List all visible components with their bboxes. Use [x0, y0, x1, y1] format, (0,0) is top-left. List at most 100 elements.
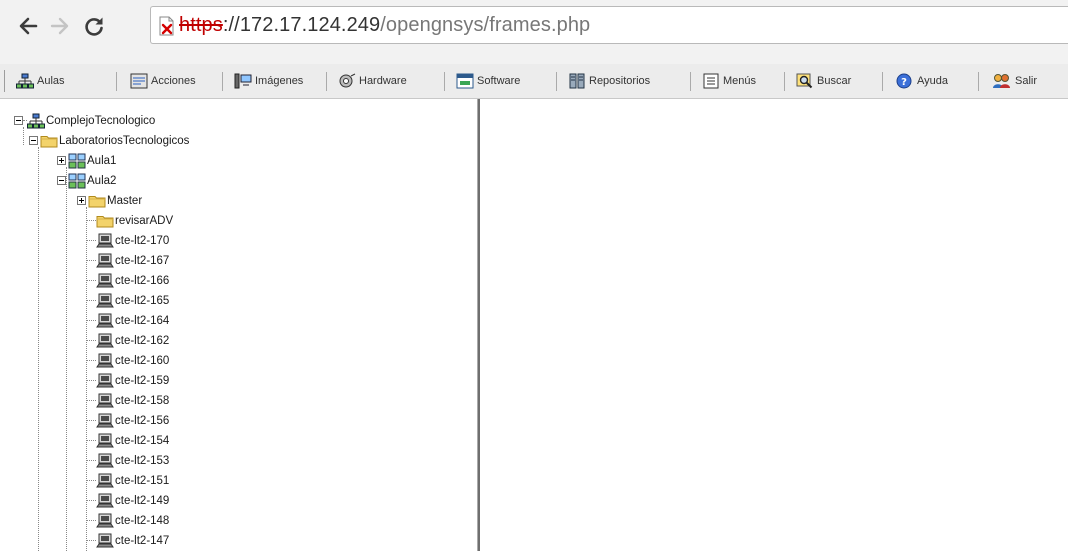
- tree-node-computer[interactable]: cte-lt2-154: [86, 431, 169, 450]
- collapse-toggle-icon[interactable]: [14, 116, 23, 125]
- hardware-icon: [339, 73, 356, 88]
- reload-button[interactable]: [80, 12, 108, 40]
- toolbar-item-repositorios[interactable]: Repositorios: [568, 70, 650, 92]
- tree-frame[interactable]: ComplejoTecnologico LaboratoriosTecnolog…: [0, 99, 477, 551]
- tree-node-computer[interactable]: cte-lt2-165: [86, 291, 169, 310]
- tree-connector: [86, 540, 96, 541]
- tree-node-computer[interactable]: cte-lt2-149: [86, 491, 169, 510]
- tree-label-computer: cte-lt2-154: [115, 434, 170, 447]
- toolbar-item-buscar[interactable]: Buscar: [796, 70, 851, 92]
- tree-node-computer[interactable]: cte-lt2-166: [86, 271, 169, 290]
- tree-node-computer[interactable]: cte-lt2-160: [86, 351, 169, 370]
- tree-node-aula1[interactable]: Aula1: [57, 151, 116, 170]
- url-scheme: https: [179, 14, 223, 36]
- computer-icon: [96, 393, 114, 409]
- back-arrow-icon: [19, 17, 38, 35]
- tree-label-computer: cte-lt2-165: [115, 294, 170, 307]
- tree-label-computer: cte-lt2-170: [115, 234, 170, 247]
- toolbar-label-salir: Salir: [1015, 75, 1038, 87]
- computer-icon: [96, 413, 114, 429]
- tree-node-computer[interactable]: cte-lt2-164: [86, 311, 169, 330]
- toolbar-item-ayuda[interactable]: ? Ayuda: [896, 70, 948, 92]
- url-path: /opengnsys/frames.php: [380, 14, 591, 36]
- tree-node-computer[interactable]: cte-lt2-159: [86, 371, 169, 390]
- computer-icon: [96, 373, 114, 389]
- computer-icon: [96, 233, 114, 249]
- folder-icon: [40, 134, 58, 148]
- toolbar-separator: [326, 72, 327, 91]
- toolbar-item-hardware[interactable]: Hardware: [338, 70, 407, 92]
- toolbar-separator: [690, 72, 691, 91]
- app-toolbar: Aulas Acciones Imágenes Hardware Softwar…: [0, 64, 1068, 99]
- toolbar-separator: [556, 72, 557, 91]
- computer-icon: [96, 473, 114, 489]
- toolbar-label-software: Software: [477, 75, 521, 87]
- toolbar-item-imagenes[interactable]: Imágenes: [234, 70, 303, 92]
- toolbar-label-buscar: Buscar: [817, 75, 852, 87]
- computer-icon: [96, 253, 114, 269]
- tree-node-computer[interactable]: cte-lt2-148: [86, 511, 169, 530]
- tree-node-folder-master[interactable]: Master: [77, 191, 142, 210]
- tree-node-computer[interactable]: cte-lt2-151: [86, 471, 169, 490]
- tree-label-computer: cte-lt2-148: [115, 514, 170, 527]
- url-field[interactable]: https://172.17.124.249/opengnsys/frames.…: [150, 6, 1068, 44]
- toolbar-item-menus[interactable]: Menús: [702, 70, 756, 92]
- tree-label-computer: cte-lt2-151: [115, 474, 170, 487]
- computer-icon: [96, 513, 114, 529]
- forward-arrow-icon: [50, 17, 69, 35]
- toolbar-item-acciones[interactable]: Acciones: [130, 70, 196, 92]
- computer-icon: [96, 353, 114, 369]
- toolbar-label-acciones: Acciones: [151, 75, 196, 87]
- reload-icon: [85, 17, 103, 36]
- tree-node-computer[interactable]: cte-lt2-147: [86, 531, 169, 550]
- folder-icon: [96, 214, 114, 228]
- toolbar-item-salir[interactable]: Salir: [992, 70, 1037, 92]
- tree-node-computer[interactable]: cte-lt2-156: [86, 411, 169, 430]
- toolbar-item-software[interactable]: Software: [456, 70, 520, 92]
- toolbar-separator: [116, 72, 117, 91]
- tree-label-group: LaboratoriosTecnologicos: [59, 134, 190, 147]
- computer-icon: [96, 453, 114, 469]
- tree-node-computer[interactable]: cte-lt2-162: [86, 331, 169, 350]
- expand-toggle-icon[interactable]: [57, 156, 66, 165]
- collapse-toggle-icon[interactable]: [57, 176, 66, 185]
- tree-node-aula2[interactable]: Aula2: [57, 171, 116, 190]
- tree-node-computer[interactable]: cte-lt2-167: [86, 251, 169, 270]
- collapse-toggle-icon[interactable]: [29, 136, 38, 145]
- toolbar-item-aulas[interactable]: Aulas: [16, 70, 65, 92]
- toolbar-label-menus: Menús: [723, 75, 757, 87]
- toolbar-separator: [444, 72, 445, 91]
- tree-connector: [86, 340, 96, 341]
- tree-label-computer: cte-lt2-153: [115, 454, 170, 467]
- tree-connector: [38, 147, 39, 551]
- expand-toggle-icon[interactable]: [77, 196, 86, 205]
- content-frame: [480, 99, 1068, 551]
- search-icon: [796, 73, 813, 89]
- forward-button[interactable]: [46, 12, 74, 40]
- network-icon: [27, 113, 45, 129]
- tree-connector: [66, 167, 67, 551]
- tree-node-computer[interactable]: cte-lt2-153: [86, 451, 169, 470]
- tree-node-computer[interactable]: cte-lt2-170: [86, 231, 169, 250]
- browser-address-bar: https://172.17.124.249/opengnsys/frames.…: [0, 0, 1068, 65]
- images-icon: [234, 73, 252, 89]
- computer-icon: [96, 533, 114, 549]
- toolbar-left-edge: [4, 70, 5, 92]
- tree-node-folder-revisaradv[interactable]: revisarADV: [86, 211, 173, 230]
- tree-node-group[interactable]: LaboratoriosTecnologicos: [29, 131, 189, 150]
- back-button[interactable]: [14, 12, 42, 40]
- tree-node-root[interactable]: ComplejoTecnologico: [14, 111, 155, 130]
- tree-label-folder: Master: [107, 194, 143, 207]
- tree-connector: [86, 500, 96, 501]
- toolbar-label-repositorios: Repositorios: [589, 75, 651, 87]
- tree-label-computer: cte-lt2-149: [115, 494, 170, 507]
- tree-label-root: ComplejoTecnologico: [46, 114, 156, 127]
- computer-icon: [96, 333, 114, 349]
- tree-label-computer: cte-lt2-159: [115, 374, 170, 387]
- tree-node-computer[interactable]: cte-lt2-158: [86, 391, 169, 410]
- computer-icon: [96, 493, 114, 509]
- tree-connector: [86, 420, 96, 421]
- classroom-icon: [68, 173, 86, 189]
- tree-connector: [86, 300, 96, 301]
- folder-icon: [88, 194, 106, 208]
